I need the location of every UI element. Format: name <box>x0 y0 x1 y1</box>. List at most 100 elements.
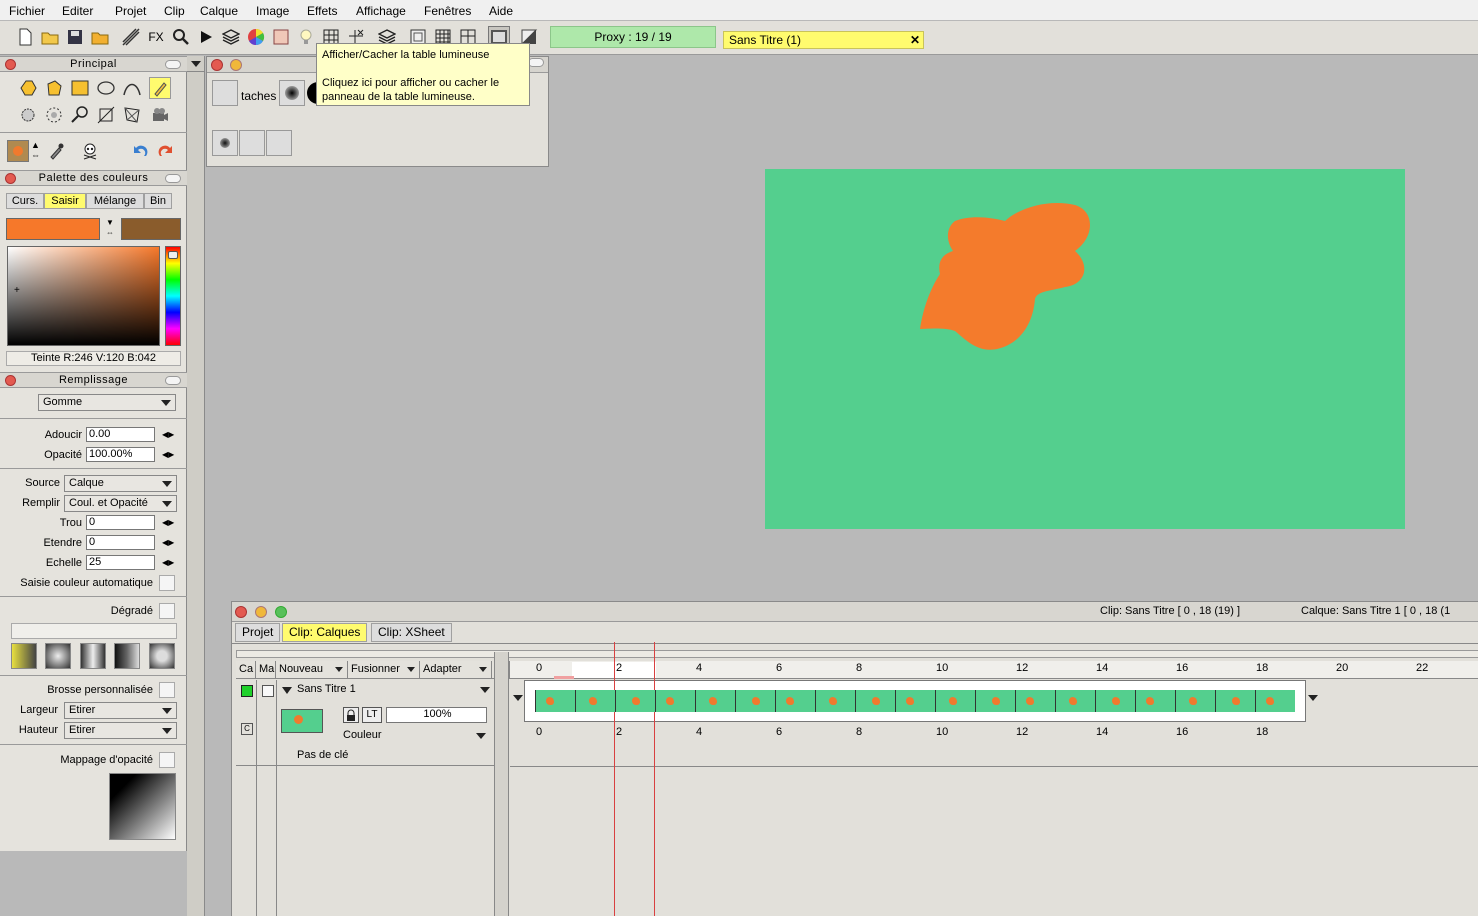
layer-c-badge[interactable]: C <box>241 723 253 735</box>
frame-cell[interactable] <box>1175 690 1215 712</box>
frame-cell[interactable] <box>615 690 655 712</box>
menu-image[interactable]: Image <box>256 4 289 18</box>
fusionner-dropdown[interactable]: Fusionner <box>348 661 420 679</box>
foreground-color-swatch[interactable] <box>6 218 100 240</box>
layer-expand-icon[interactable] <box>282 687 292 694</box>
frame-cell[interactable] <box>815 690 855 712</box>
zoom-window-icon[interactable] <box>275 606 287 618</box>
frame-cell[interactable] <box>1055 690 1095 712</box>
ellipse-tool-icon[interactable] <box>95 77 117 99</box>
spatter-brush-icon[interactable] <box>212 130 238 156</box>
swap-arrows-icon[interactable]: ▲ ⇔ <box>31 140 40 160</box>
step-gradient-icon[interactable] <box>114 643 140 669</box>
layer-list-scrollbar[interactable] <box>494 652 509 916</box>
opacity-map-preview[interactable] <box>109 773 176 840</box>
square-gradient-icon[interactable] <box>149 643 175 669</box>
fill-mode-dropdown[interactable]: Gomme <box>38 394 176 411</box>
playhead-line-end[interactable] <box>654 642 655 916</box>
adapter-dropdown[interactable]: Adapter <box>420 661 492 679</box>
eyedropper-icon[interactable] <box>45 140 67 162</box>
close-icon[interactable] <box>235 606 247 618</box>
camera-icon[interactable] <box>149 104 171 126</box>
drawing-stage[interactable] <box>765 169 1405 529</box>
magic-select-icon[interactable] <box>43 104 65 126</box>
opacite-field[interactable]: 100.00% <box>86 447 155 462</box>
transform-icon[interactable] <box>95 104 117 126</box>
stepper-arrows-icon[interactable]: ◀▶ <box>162 518 174 527</box>
layer-row[interactable]: C Sans Titre 1 LT 100% Couleur Pas de cl… <box>236 680 494 766</box>
echelle-field[interactable]: 25 <box>86 555 155 570</box>
redo-icon[interactable] <box>155 140 177 162</box>
layer-name[interactable]: Sans Titre 1 <box>297 683 356 695</box>
close-icon[interactable] <box>5 375 16 386</box>
saisie-auto-checkbox[interactable] <box>159 575 175 591</box>
frame-cell[interactable] <box>535 690 575 712</box>
frame-cell[interactable] <box>975 690 1015 712</box>
track-end-icon[interactable] <box>1308 695 1318 701</box>
collapse-icon[interactable] <box>165 376 181 385</box>
chevron-down-icon[interactable] <box>476 733 486 739</box>
minimize-icon[interactable] <box>255 606 267 618</box>
proxy-indicator[interactable]: Proxy : 19 / 19 <box>550 26 716 48</box>
stepper-arrows-icon[interactable]: ◀▶ <box>162 538 174 547</box>
menu-projet[interactable]: Projet <box>115 4 146 18</box>
document-tab[interactable]: Sans Titre (1) ✕ <box>723 31 924 49</box>
polygon-lasso-icon[interactable] <box>43 77 65 99</box>
layer-thumbnail[interactable] <box>281 709 323 733</box>
lighttable-toggle[interactable]: LT <box>362 707 382 723</box>
remplir-dropdown[interactable]: Coul. et Opacité <box>64 495 177 512</box>
col-camera[interactable]: Ca <box>236 661 256 679</box>
tab-saisir[interactable]: Saisir <box>44 193 86 209</box>
open-folder-icon[interactable] <box>39 26 61 48</box>
largeur-dropdown[interactable]: Etirer <box>64 702 177 719</box>
tab-bin[interactable]: Bin <box>144 193 172 209</box>
brosse-checkbox[interactable] <box>159 682 175 698</box>
freehand-lasso-icon[interactable] <box>17 77 39 99</box>
frame-cell[interactable] <box>1215 690 1255 712</box>
swatch-icon[interactable] <box>270 26 292 48</box>
brush-slot[interactable] <box>212 80 238 106</box>
minimize-icon[interactable] <box>230 59 242 71</box>
close-document-icon[interactable]: ✕ <box>910 32 920 48</box>
swap-colors-icon[interactable]: ▼ ⇔ <box>103 218 117 240</box>
color-wheel-icon[interactable] <box>245 26 267 48</box>
layer-menu-icon[interactable] <box>480 687 490 693</box>
menu-fenetres[interactable]: Fenêtres <box>424 4 471 18</box>
panel-menu-button[interactable] <box>187 56 205 72</box>
gradient-preview[interactable] <box>11 623 177 639</box>
save-icon[interactable] <box>64 26 86 48</box>
frame-cell[interactable] <box>935 690 975 712</box>
new-file-icon[interactable] <box>14 26 36 48</box>
menu-editer[interactable]: Editer <box>62 4 93 18</box>
frame-cell[interactable] <box>735 690 775 712</box>
frame-cell[interactable] <box>1015 690 1055 712</box>
hue-slider-handle[interactable] <box>168 251 178 259</box>
brush-panel-collapse[interactable] <box>528 58 544 67</box>
playhead-line[interactable] <box>614 642 615 916</box>
mappage-checkbox[interactable] <box>159 752 175 768</box>
close-icon[interactable] <box>5 59 16 70</box>
timeline-scrollbar[interactable] <box>236 650 1478 658</box>
layers-icon[interactable] <box>220 26 242 48</box>
menu-calque[interactable]: Calque <box>200 4 238 18</box>
brush-stroke-icon[interactable] <box>120 26 142 48</box>
close-icon[interactable] <box>211 59 223 71</box>
etendre-field[interactable]: 0 <box>86 535 155 550</box>
rectangle-tool-icon[interactable] <box>69 77 91 99</box>
undo-icon[interactable] <box>129 140 151 162</box>
collapse-icon[interactable] <box>165 60 181 69</box>
frame-cell[interactable] <box>855 690 895 712</box>
track-start-icon[interactable] <box>513 695 523 701</box>
zoom-icon[interactable] <box>170 26 192 48</box>
collapse-icon[interactable] <box>165 174 181 183</box>
frame-cell[interactable] <box>1095 690 1135 712</box>
fg-color-chip[interactable] <box>7 140 29 162</box>
tab-projet[interactable]: Projet <box>235 623 281 642</box>
frame-cell[interactable] <box>655 690 695 712</box>
trou-field[interactable]: 0 <box>86 515 155 530</box>
frame-cell[interactable] <box>1255 690 1295 712</box>
bilinear-gradient-icon[interactable] <box>80 643 106 669</box>
gear-select-icon[interactable] <box>17 104 39 126</box>
zoom-tool-icon[interactable] <box>69 104 91 126</box>
menu-aide[interactable]: Aide <box>489 4 513 18</box>
